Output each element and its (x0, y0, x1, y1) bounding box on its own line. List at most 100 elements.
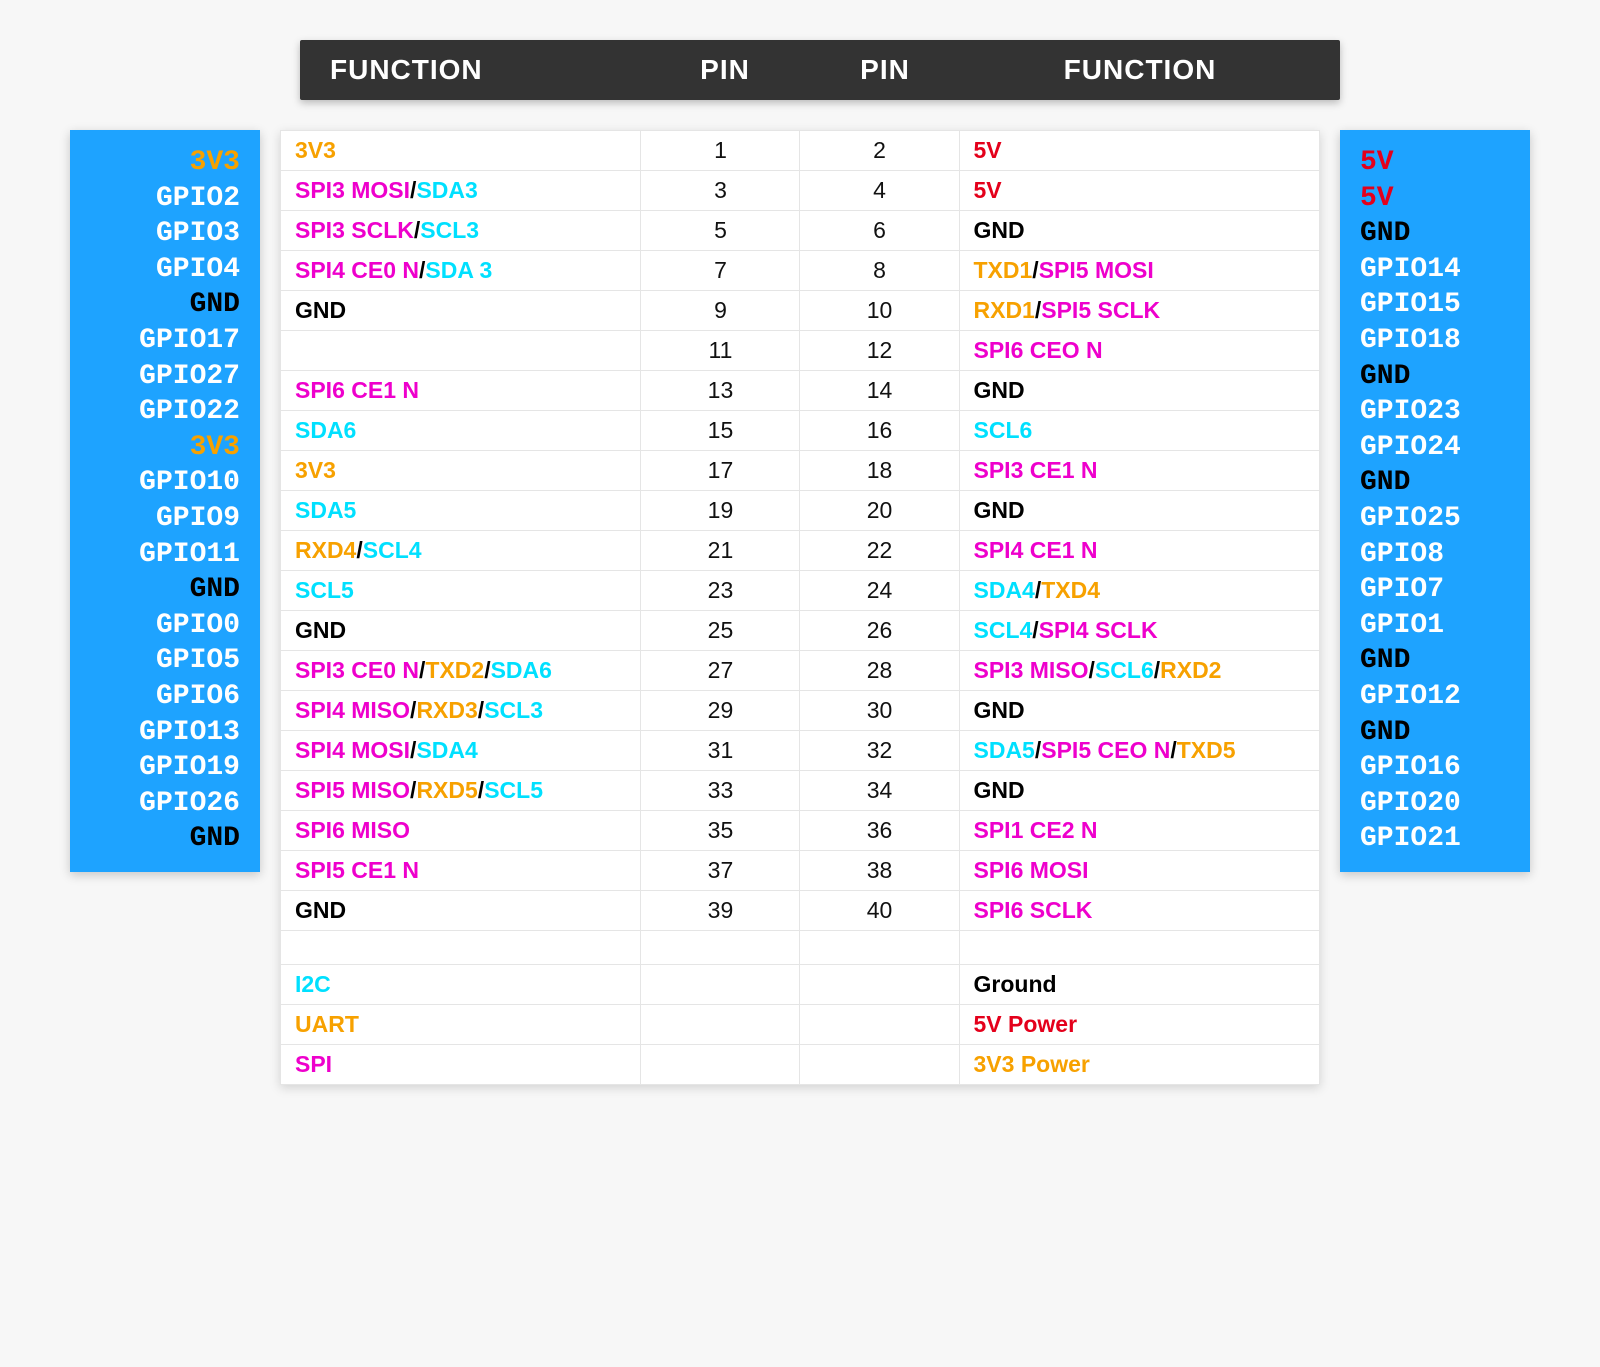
function-part: SPI6 MISO (295, 817, 410, 843)
sidebar-right-label: GPIO25 (1360, 502, 1514, 536)
empty-cell (959, 931, 1320, 965)
sidebar-right-label: GPIO23 (1360, 395, 1514, 429)
sidebar-left-label: GPIO22 (80, 395, 240, 429)
function-part: TXD1 (974, 257, 1033, 283)
function-right-cell: SDA5/SPI5 CEO N/TXD5 (959, 731, 1320, 771)
sidebar-left-label: GPIO19 (80, 751, 240, 785)
sidebar-left-label: GPIO10 (80, 466, 240, 500)
table-row-spacer (281, 931, 1320, 965)
function-part: 5V Power (974, 1011, 1078, 1037)
function-part: SPI4 CE0 N (295, 257, 419, 283)
pin-right-cell: 16 (800, 411, 959, 451)
pin-left-cell: 21 (641, 531, 800, 571)
function-part: TXD4 (1041, 577, 1100, 603)
legend-left-cell: I2C (281, 965, 641, 1005)
empty-cell (800, 1045, 959, 1085)
empty-cell (641, 965, 800, 1005)
function-part: GND (974, 217, 1025, 243)
sidebar-right-label: 5V (1360, 182, 1514, 216)
sidebar-right-label: GND (1360, 466, 1514, 500)
pin-right-cell: 8 (800, 251, 959, 291)
legend-right-cell: 5V Power (959, 1005, 1320, 1045)
legend-right-cell: Ground (959, 965, 1320, 1005)
function-right-cell: 5V (959, 171, 1320, 211)
pin-right-cell: 14 (800, 371, 959, 411)
pin-left-cell: 25 (641, 611, 800, 651)
function-part: RXD4 (295, 537, 356, 563)
sidebar-right-label: 5V (1360, 146, 1514, 180)
empty-cell (800, 1005, 959, 1045)
table-row: SPI3 CE0 N/TXD2/SDA62728SPI3 MISO/SCL6/R… (281, 651, 1320, 691)
table-row: SDA51920GND (281, 491, 1320, 531)
function-part: SPI5 CE1 N (295, 857, 419, 883)
sidebar-right-label: GPIO20 (1360, 787, 1514, 821)
function-part: Ground (974, 971, 1057, 997)
pin-right-cell: 4 (800, 171, 959, 211)
function-right-cell: GND (959, 771, 1320, 811)
pin-right-cell: 22 (800, 531, 959, 571)
sidebar-left-label: GPIO4 (80, 253, 240, 287)
function-part: GND (295, 617, 346, 643)
legend-row: I2C Ground (281, 965, 1320, 1005)
function-right-cell: GND (959, 691, 1320, 731)
sidebar-right-label: GPIO12 (1360, 680, 1514, 714)
function-part: SCL5 (295, 577, 354, 603)
sidebar-right-label: GPIO8 (1360, 538, 1514, 572)
function-part: SPI5 SCLK (1041, 297, 1160, 323)
function-right-cell: SPI3 CE1 N (959, 451, 1320, 491)
pin-left-cell: 39 (641, 891, 800, 931)
pin-right-cell: 12 (800, 331, 959, 371)
sidebar-left-label: GND (80, 822, 240, 856)
function-left-cell: RXD4/SCL4 (281, 531, 641, 571)
function-right-cell: SCL6 (959, 411, 1320, 451)
sidebar-left-label: GPIO5 (80, 644, 240, 678)
sidebar-right-label: GPIO24 (1360, 431, 1514, 465)
empty-cell (800, 931, 959, 965)
function-part: RXD5 (416, 777, 477, 803)
function-part: SPI4 CE1 N (974, 537, 1098, 563)
pinout-table: 3V3125VSPI3 MOSI/SDA3345VSPI3 SCLK/SCL35… (280, 130, 1320, 1085)
function-part: SCL3 (484, 697, 543, 723)
sidebar-left-label: GPIO27 (80, 360, 240, 394)
sidebar-left-label: 3V3 (80, 431, 240, 465)
table-row: SPI5 CE1 N3738SPI6 MOSI (281, 851, 1320, 891)
function-part: RXD1 (974, 297, 1035, 323)
table-row: SPI6 MISO3536SPI1 CE2 N (281, 811, 1320, 851)
function-part: SPI3 CE0 N (295, 657, 419, 683)
function-part: SPI6 SCLK (974, 897, 1093, 923)
function-part: SPI4 SCLK (1039, 617, 1158, 643)
empty-cell (641, 1005, 800, 1045)
header-pin-left: PIN (650, 54, 800, 86)
pin-left-cell: 15 (641, 411, 800, 451)
function-part: 5V (974, 177, 1002, 203)
function-left-cell: SDA5 (281, 491, 641, 531)
pin-right-cell: 10 (800, 291, 959, 331)
legend-row: UART5V Power (281, 1005, 1320, 1045)
pin-right-cell: 32 (800, 731, 959, 771)
pin-right-cell: 6 (800, 211, 959, 251)
empty-cell (641, 931, 800, 965)
function-part: 5V (974, 137, 1002, 163)
function-part: GND (974, 777, 1025, 803)
function-part: TXD5 (1177, 737, 1236, 763)
function-right-cell: SCL4/SPI4 SCLK (959, 611, 1320, 651)
function-part: SPI3 CE1 N (974, 457, 1098, 483)
function-part: SCL6 (1095, 657, 1154, 683)
function-part: RXD2 (1160, 657, 1221, 683)
sidebar-right-label: GPIO18 (1360, 324, 1514, 358)
sidebar-left-label: GPIO17 (80, 324, 240, 358)
pin-left-cell: 23 (641, 571, 800, 611)
table-row: SPI3 MOSI/SDA3345V (281, 171, 1320, 211)
function-part: I2C (295, 971, 331, 997)
table-row: SDA61516SCL6 (281, 411, 1320, 451)
sidebar-left-label: GPIO26 (80, 787, 240, 821)
function-right-cell: SPI6 MOSI (959, 851, 1320, 891)
function-part: GND (974, 377, 1025, 403)
gpio-sidebar-left: 3V3GPIO2GPIO3GPIO4GNDGPIO17GPIO27GPIO223… (70, 130, 260, 872)
function-part: SPI3 MISO (974, 657, 1089, 683)
sidebar-right-label: GND (1360, 716, 1514, 750)
function-right-cell: SPI6 CEO N (959, 331, 1320, 371)
empty-cell (800, 965, 959, 1005)
table-row: 3V31718SPI3 CE1 N (281, 451, 1320, 491)
function-right-cell: GND (959, 491, 1320, 531)
